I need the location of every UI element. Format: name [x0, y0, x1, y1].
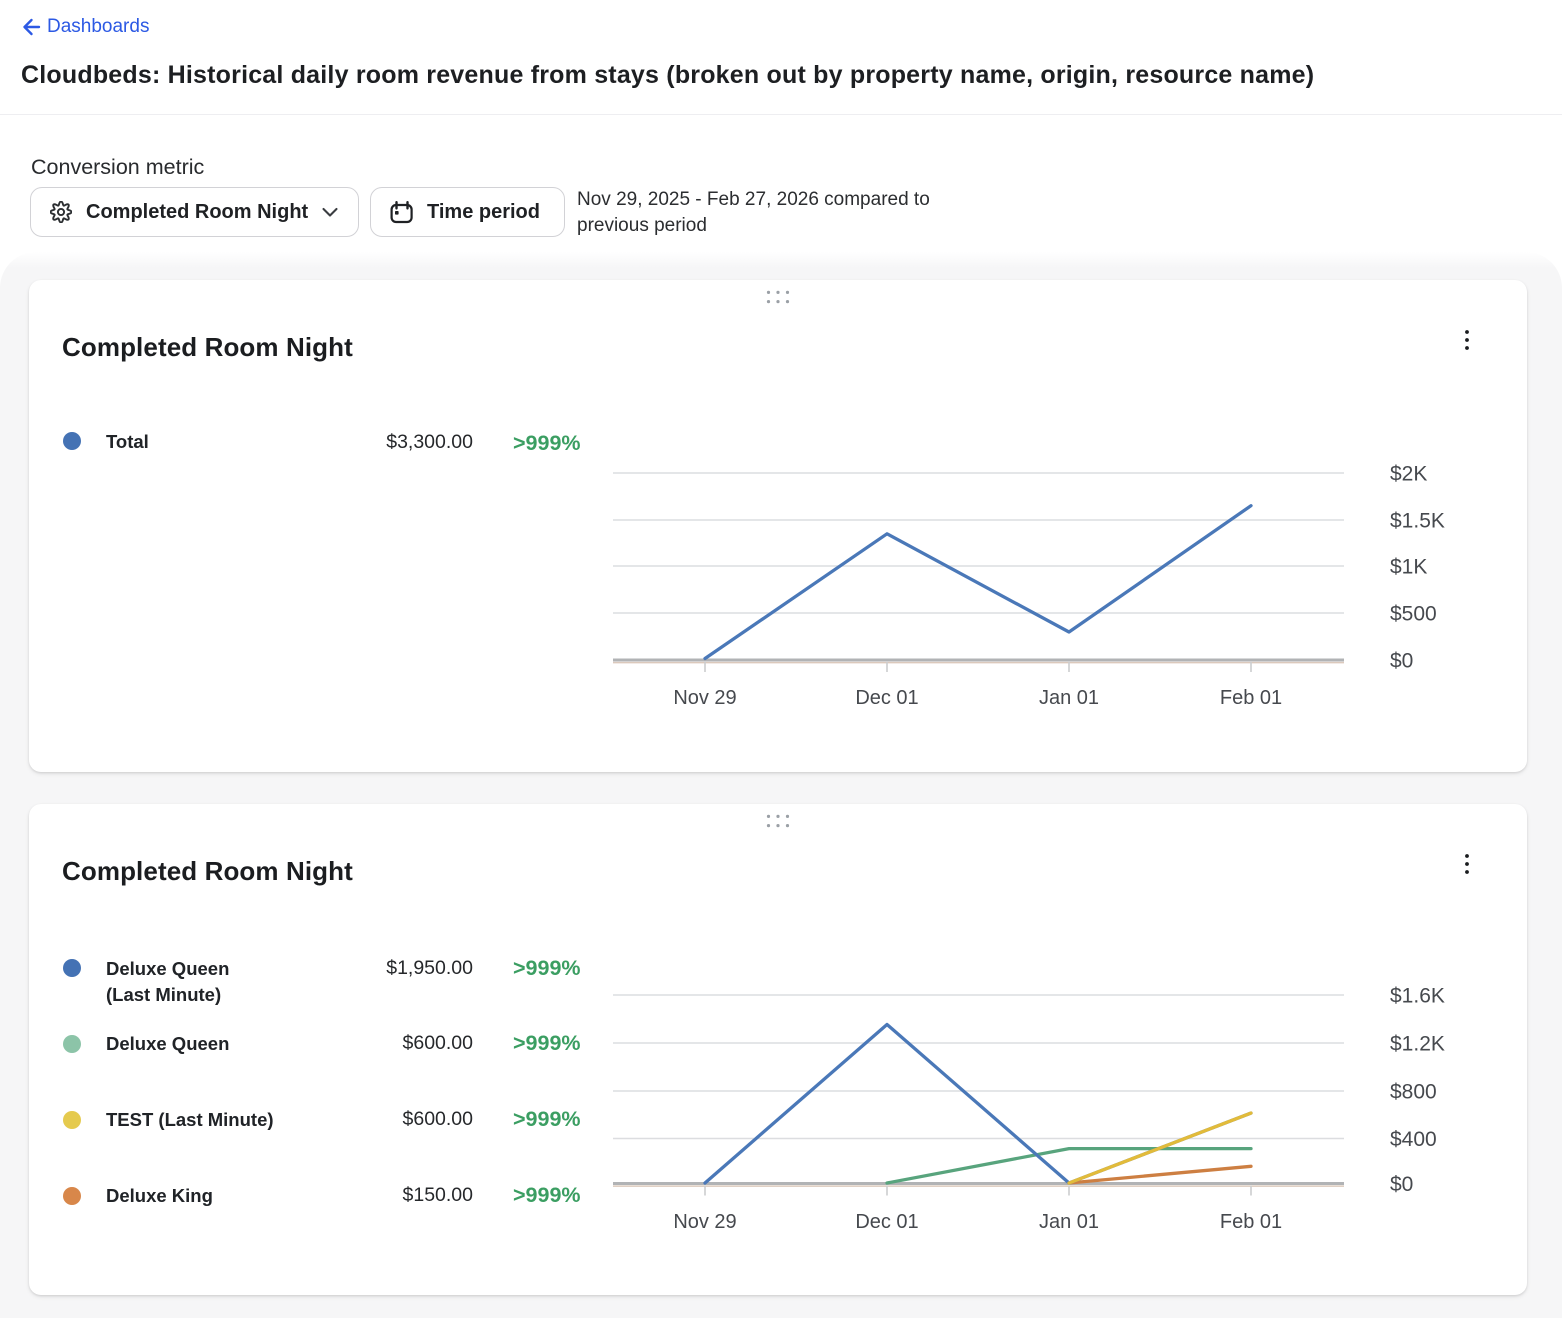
svg-text:$0: $0 [1390, 650, 1413, 673]
svg-text:Jan 01: Jan 01 [1039, 687, 1099, 709]
svg-text:Feb 01: Feb 01 [1220, 687, 1282, 709]
svg-text:Dec 01: Dec 01 [855, 1211, 918, 1233]
svg-text:$1.6K: $1.6K [1390, 985, 1445, 1008]
svg-text:Feb 01: Feb 01 [1220, 1211, 1282, 1233]
svg-text:Dec 01: Dec 01 [855, 687, 918, 709]
svg-text:Nov 29: Nov 29 [673, 1211, 736, 1233]
svg-text:$500: $500 [1390, 603, 1437, 626]
svg-text:Nov 29: Nov 29 [673, 687, 736, 709]
svg-text:$400: $400 [1390, 1128, 1437, 1151]
svg-text:$1.5K: $1.5K [1390, 510, 1445, 533]
svg-text:$0: $0 [1390, 1173, 1413, 1196]
svg-text:$2K: $2K [1390, 463, 1427, 486]
svg-text:$1.2K: $1.2K [1390, 1033, 1445, 1056]
svg-text:Jan 01: Jan 01 [1039, 1211, 1099, 1233]
svg-text:$1K: $1K [1390, 556, 1427, 579]
svg-text:$800: $800 [1390, 1081, 1437, 1104]
